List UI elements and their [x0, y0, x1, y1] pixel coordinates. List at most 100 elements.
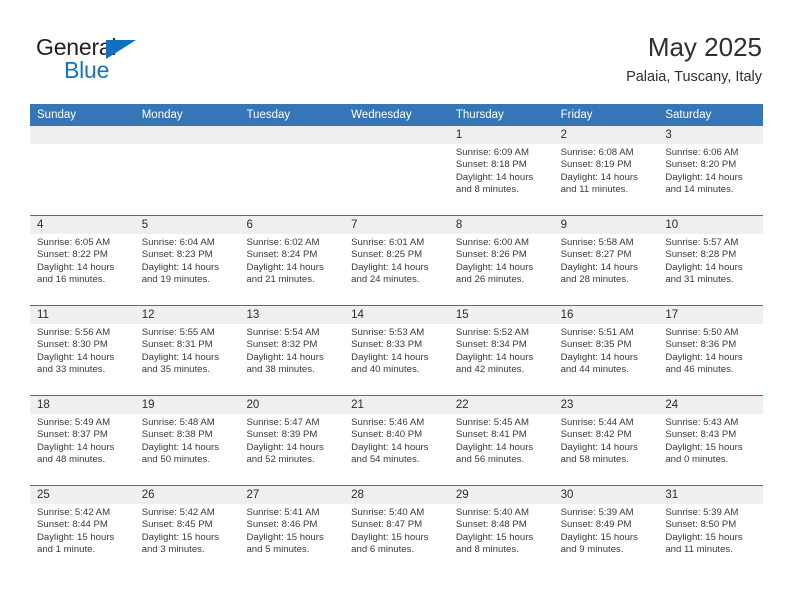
daylight-text-line1: Daylight: 14 hours	[351, 441, 429, 453]
sunrise-text: Sunrise: 5:44 AM	[560, 417, 634, 428]
day-cell[interactable]: 9 Sunrise: 5:58 AM Sunset: 8:27 PM Daylight…	[553, 216, 659, 305]
calendar-page: General Blue May 2025 Palaia, Tuscany, I…	[0, 0, 792, 612]
sunrise-text: Sunrise: 5:56 AM	[37, 327, 111, 338]
sunset-text: Sunset: 8:23 PM	[141, 249, 213, 261]
daylight-text-line1: Daylight: 15 hours	[141, 531, 220, 543]
day-cell[interactable]: 28 Sunrise: 5:40 AM Sunset: 8:47 PM Dayligh…	[344, 486, 449, 575]
sunset-text: Sunset: 8:39 PM	[246, 429, 318, 441]
daylight-text-line2: and 46 minutes.	[665, 364, 734, 376]
day-cell[interactable]: 16 Sunrise: 5:51 AM Sunset: 8:35 PM Dayligh…	[553, 306, 659, 395]
day-cell[interactable]: 1 Sunrise: 6:09 AM Sunset: 8:18 PM Daylight…	[448, 126, 554, 215]
daylight-text-line2: and 9 minutes.	[560, 544, 624, 556]
daylight-text-line2: and 50 minutes.	[141, 454, 210, 466]
page-header: General Blue May 2025 Palaia, Tuscany, I…	[32, 30, 762, 96]
day-number: 15	[448, 306, 554, 324]
day-cell[interactable]: 19 Sunrise: 5:48 AM Sunset: 8:38 PM Dayligh…	[134, 396, 240, 485]
daylight-text-line2: and 19 minutes.	[141, 274, 210, 286]
day-cell[interactable]: 14 Sunrise: 5:53 AM Sunset: 8:33 PM Dayligh…	[344, 306, 449, 395]
sunset-text: Sunset: 8:32 PM	[246, 339, 318, 351]
day-cell[interactable]: 10 Sunrise: 5:57 AM Sunset: 8:28 PM Dayligh…	[658, 216, 764, 305]
day-cell[interactable]: 17 Sunrise: 5:50 AM Sunset: 8:36 PM Dayligh…	[658, 306, 764, 395]
day-cell[interactable]: 21 Sunrise: 5:46 AM Sunset: 8:40 PM Dayligh…	[344, 396, 449, 485]
daylight-text-line1: Daylight: 14 hours	[560, 261, 638, 273]
sunrise-text: Sunrise: 6:02 AM	[246, 237, 320, 248]
day-cell[interactable]: 11 Sunrise: 5:56 AM Sunset: 8:30 PM Dayligh…	[30, 306, 135, 395]
sunrise-text: Sunrise: 5:45 AM	[455, 417, 529, 428]
sunrise-text: Sunrise: 5:50 AM	[665, 327, 739, 338]
day-cell[interactable]: 29 Sunrise: 5:40 AM Sunset: 8:48 PM Dayligh…	[448, 486, 554, 575]
daylight-text-line1: Daylight: 15 hours	[665, 531, 743, 543]
daylight-text-line2: and 54 minutes.	[351, 454, 420, 466]
day-cell[interactable]: 6 Sunrise: 6:02 AM Sunset: 8:24 PM Daylight…	[239, 216, 345, 305]
day-number: 12	[134, 306, 240, 324]
sunset-text: Sunset: 8:28 PM	[665, 249, 737, 261]
day-cell[interactable]: 2 Sunrise: 6:08 AM Sunset: 8:19 PM Daylight…	[553, 126, 659, 215]
day-cell[interactable]: 24 Sunrise: 5:43 AM Sunset: 8:43 PM Dayligh…	[658, 396, 764, 485]
day-number: 13	[239, 306, 345, 324]
day-cell[interactable]: 26 Sunrise: 5:42 AM Sunset: 8:45 PM Dayligh…	[134, 486, 240, 575]
week-row: 11 Sunrise: 5:56 AM Sunset: 8:30 PM Dayligh…	[30, 305, 764, 395]
day-number: 18	[30, 396, 135, 414]
sunrise-text: Sunrise: 5:51 AM	[560, 327, 634, 338]
day-number: 22	[448, 396, 554, 414]
sunset-text: Sunset: 8:36 PM	[665, 339, 737, 351]
day-cell[interactable]: 30 Sunrise: 5:39 AM Sunset: 8:49 PM Dayligh…	[553, 486, 659, 575]
day-cell[interactable]: 5 Sunrise: 6:04 AM Sunset: 8:23 PM Daylight…	[134, 216, 240, 305]
daylight-text-line2: and 21 minutes.	[246, 274, 315, 286]
day-cell[interactable]: 22 Sunrise: 5:45 AM Sunset: 8:41 PM Dayligh…	[448, 396, 554, 485]
logo-text-blue: Blue	[64, 57, 110, 83]
day-details: Sunrise: 5:55 AM Sunset: 8:31 PM Daylight:…	[135, 324, 240, 376]
daylight-text-line1: Daylight: 14 hours	[455, 261, 534, 273]
day-cell[interactable]: 23 Sunrise: 5:44 AM Sunset: 8:42 PM Dayligh…	[553, 396, 659, 485]
day-cell[interactable]: 7 Sunrise: 6:01 AM Sunset: 8:25 PM Daylight…	[344, 216, 449, 305]
day-cell[interactable]: 31 Sunrise: 5:39 AM Sunset: 8:50 PM Dayligh…	[658, 486, 764, 575]
general-blue-logo[interactable]: General Blue	[36, 34, 236, 92]
day-details: Sunrise: 5:58 AM Sunset: 8:27 PM Daylight:…	[554, 234, 659, 286]
day-cell[interactable]: 13 Sunrise: 5:54 AM Sunset: 8:32 PM Dayligh…	[239, 306, 345, 395]
daylight-text-line1: Daylight: 14 hours	[246, 261, 324, 273]
day-number: 28	[344, 486, 449, 504]
sunset-text: Sunset: 8:48 PM	[455, 519, 527, 531]
day-details: Sunrise: 5:51 AM Sunset: 8:35 PM Daylight:…	[554, 324, 659, 376]
sunset-text: Sunset: 8:27 PM	[560, 249, 632, 261]
daylight-text-line2: and 28 minutes.	[560, 274, 629, 286]
day-number: 8	[448, 216, 554, 234]
daylight-text-line2: and 8 minutes.	[455, 184, 519, 196]
daylight-text-line2: and 58 minutes.	[560, 454, 629, 466]
day-cell[interactable]: 25 Sunrise: 5:42 AM Sunset: 8:44 PM Dayligh…	[30, 486, 135, 575]
daylight-text-line2: and 52 minutes.	[246, 454, 315, 466]
day-number: 5	[134, 216, 240, 234]
day-details: Sunrise: 6:06 AM Sunset: 8:20 PM Daylight:…	[658, 144, 763, 196]
day-cell[interactable]: 18 Sunrise: 5:49 AM Sunset: 8:37 PM Dayligh…	[30, 396, 135, 485]
day-cell[interactable]: 3 Sunrise: 6:06 AM Sunset: 8:20 PM Daylight…	[658, 126, 764, 215]
sunrise-text: Sunrise: 5:47 AM	[246, 417, 320, 428]
day-cell[interactable]: 27 Sunrise: 5:41 AM Sunset: 8:46 PM Dayligh…	[239, 486, 345, 575]
sunset-text: Sunset: 8:43 PM	[665, 429, 737, 441]
day-cell[interactable]: 20 Sunrise: 5:47 AM Sunset: 8:39 PM Dayligh…	[239, 396, 345, 485]
sunset-text: Sunset: 8:20 PM	[665, 159, 737, 171]
daylight-text-line1: Daylight: 14 hours	[455, 351, 534, 363]
day-number: 6	[239, 216, 345, 234]
daylight-text-line1: Daylight: 14 hours	[665, 261, 743, 273]
day-cell[interactable]: 15 Sunrise: 5:52 AM Sunset: 8:34 PM Dayligh…	[448, 306, 554, 395]
day-cell[interactable]: 8 Sunrise: 6:00 AM Sunset: 8:26 PM Daylight…	[448, 216, 554, 305]
daylight-text-line2: and 26 minutes.	[455, 274, 525, 286]
daylight-text-line1: Daylight: 15 hours	[37, 531, 115, 543]
day-details: Sunrise: 5:50 AM Sunset: 8:36 PM Daylight:…	[658, 324, 763, 376]
calendar-weeks: 1 Sunrise: 6:09 AM Sunset: 8:18 PM Daylight…	[30, 126, 764, 575]
day-cell[interactable]: 4 Sunrise: 6:05 AM Sunset: 8:22 PM Daylight…	[30, 216, 135, 305]
day-number: 29	[448, 486, 554, 504]
day-details: Sunrise: 5:56 AM Sunset: 8:30 PM Daylight:…	[30, 324, 135, 376]
daylight-text-line2: and 44 minutes.	[560, 364, 629, 376]
sunrise-text: Sunrise: 5:43 AM	[665, 417, 739, 428]
sunset-text: Sunset: 8:22 PM	[37, 249, 108, 261]
daylight-text-line1: Daylight: 14 hours	[351, 351, 429, 363]
day-number: 16	[553, 306, 659, 324]
daylight-text-line2: and 16 minutes.	[37, 274, 106, 286]
sunset-text: Sunset: 8:47 PM	[351, 519, 423, 531]
daylight-text-line1: Daylight: 14 hours	[455, 171, 534, 183]
day-details: Sunrise: 5:48 AM Sunset: 8:38 PM Daylight:…	[135, 414, 240, 466]
daylight-text-line2: and 35 minutes.	[141, 364, 210, 376]
day-cell[interactable]: 12 Sunrise: 5:55 AM Sunset: 8:31 PM Dayligh…	[134, 306, 240, 395]
day-cell-empty	[239, 126, 345, 215]
